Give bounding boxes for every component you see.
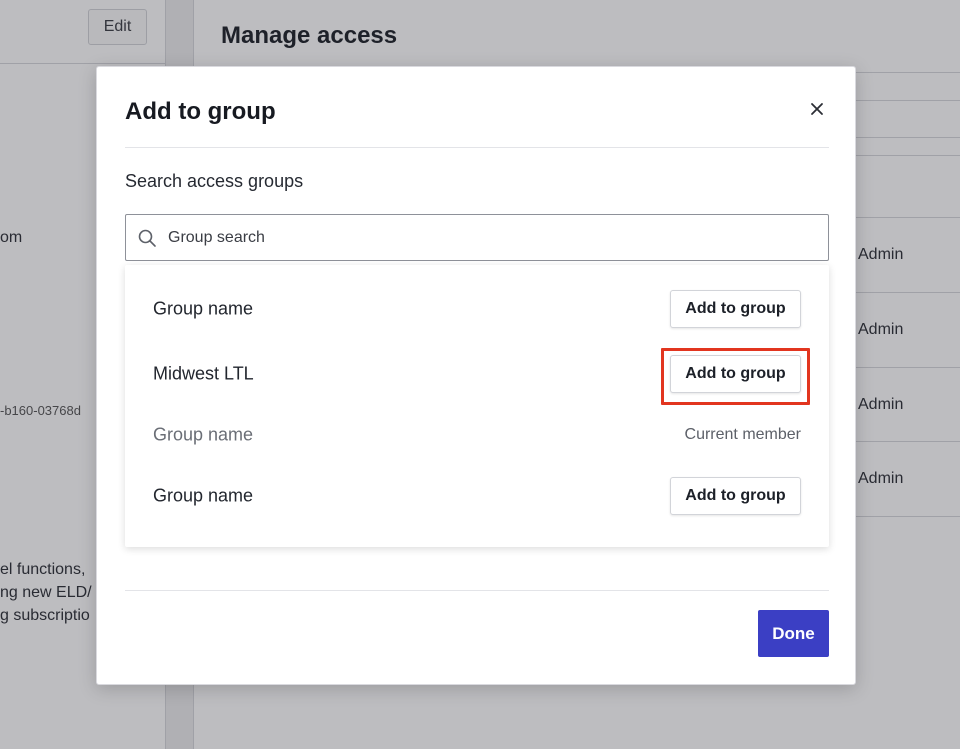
group-name: Group name [153,485,254,506]
modal-footer-divider [125,590,829,591]
group-name: Group name [153,298,254,319]
modal-header-divider [125,147,829,148]
current-member-status: Current member [684,426,801,443]
list-item: Group name Add to group [125,279,829,339]
search-box[interactable] [125,214,829,261]
group-name: Group name [153,424,254,445]
group-results-list: Group name Add to group Midwest LTL Add … [125,265,829,547]
list-item: Group name Current member [125,405,829,465]
close-icon [811,103,823,115]
group-name: Midwest LTL [153,363,254,384]
close-button[interactable] [805,97,829,121]
search-icon [138,229,156,247]
list-item: Group name Add to group [125,466,829,526]
search-label: Search access groups [125,171,304,191]
done-button[interactable]: Done [758,610,829,657]
add-to-group-button[interactable]: Add to group [670,477,801,515]
add-to-group-button[interactable]: Add to group [670,355,801,393]
list-item: Midwest LTL Add to group [125,344,829,404]
add-to-group-button[interactable]: Add to group [670,290,801,328]
modal-title: Add to group [125,98,276,125]
add-to-group-modal: Add to group Search access groups Group … [96,66,856,685]
search-input[interactable] [168,215,818,260]
